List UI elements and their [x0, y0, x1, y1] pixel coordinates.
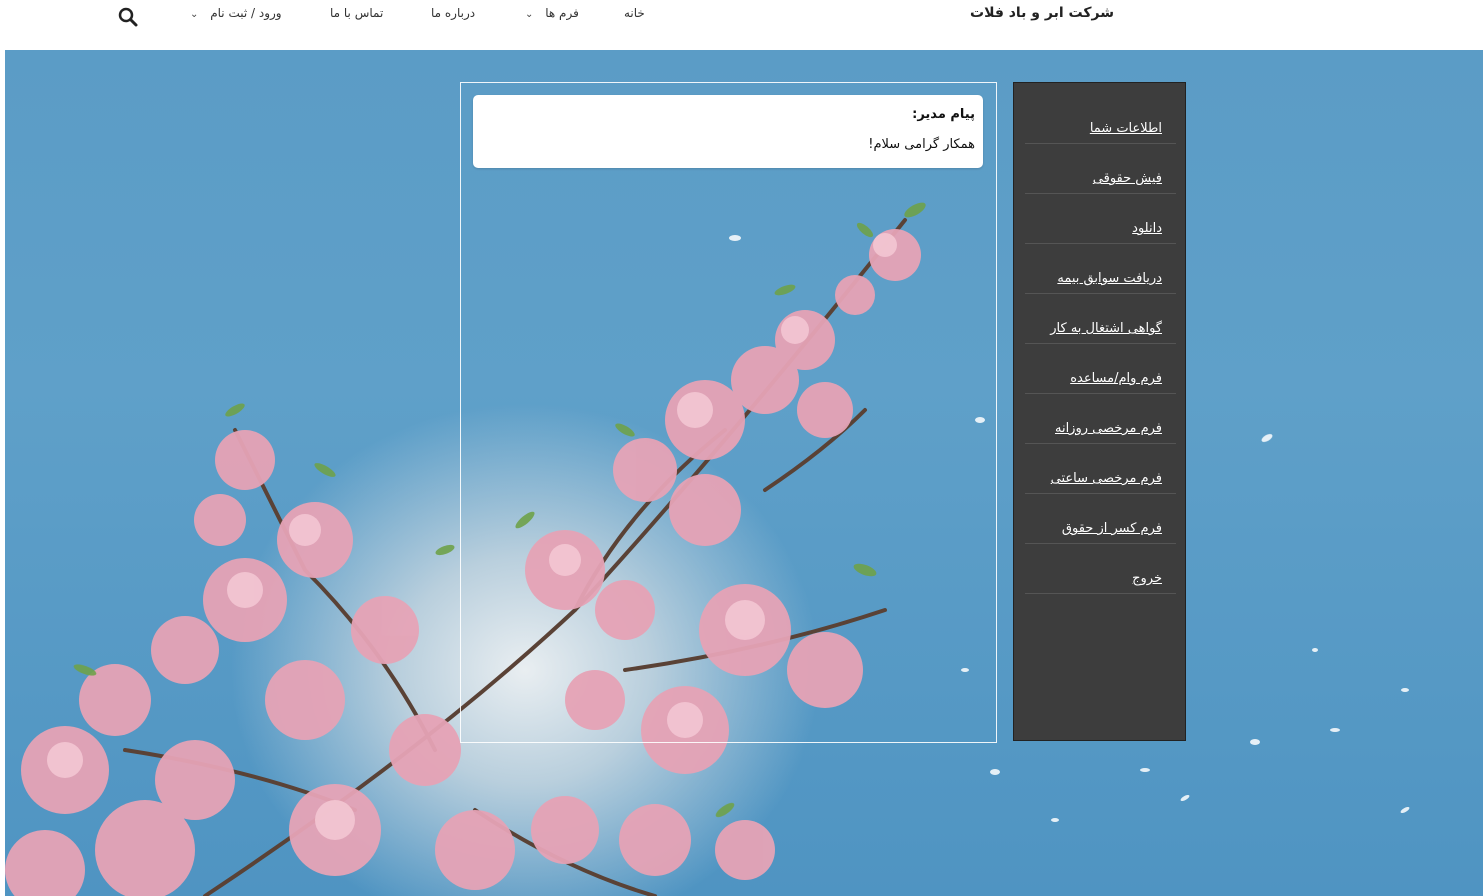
search-icon[interactable] — [117, 6, 139, 28]
sidebar-item-label[interactable]: فرم وام/مساعده — [1070, 371, 1162, 386]
sidebar-item-label[interactable]: فیش حقوقی — [1093, 171, 1162, 186]
nav-home[interactable]: خانه — [624, 6, 645, 20]
sidebar-item-label[interactable]: فرم مرخصی ساعتی — [1051, 471, 1162, 486]
sidebar-item-label[interactable]: گواهی اشتغال به کار — [1050, 321, 1162, 336]
sidebar-item-insurance-history[interactable]: دریافت سوابق بیمه — [1025, 245, 1176, 294]
sidebar-item-employment-certificate[interactable]: گواهی اشتغال به کار — [1025, 295, 1176, 344]
top-navigation-bar: شرکت ابر و باد فلات خانه فرم ها ⌄ درباره… — [0, 0, 1483, 50]
sidebar-item-hourly-leave-form[interactable]: فرم مرخصی ساعتی — [1025, 445, 1176, 494]
sidebar-item-salary-deduction-form[interactable]: فرم کسر از حقوق — [1025, 495, 1176, 544]
sidebar-item-payslip[interactable]: فیش حقوقی — [1025, 145, 1176, 194]
nav-account-label: ورود / ثبت نام — [210, 6, 282, 20]
nav-contact[interactable]: تماس با ما — [330, 6, 383, 20]
nav-about-label: درباره ما — [431, 6, 476, 20]
sidebar-item-label[interactable]: اطلاعات شما — [1090, 121, 1162, 136]
nav-about[interactable]: درباره ما — [431, 6, 475, 20]
nav-forms-label: فرم ها — [545, 6, 579, 20]
sidebar-item-label[interactable]: فرم مرخصی روزانه — [1055, 421, 1162, 436]
main-content-frame — [460, 82, 997, 743]
sidebar-item-logout[interactable]: خروج — [1025, 545, 1176, 594]
sidebar-item-label[interactable]: خروج — [1132, 571, 1162, 586]
message-title: پیام مدیر: — [912, 107, 975, 122]
chevron-down-icon: ⌄ — [190, 9, 199, 20]
nav-home-label: خانه — [624, 6, 645, 20]
site-brand[interactable]: شرکت ابر و باد فلات — [970, 5, 1114, 21]
sidebar-item-label[interactable]: دریافت سوابق بیمه — [1057, 271, 1162, 286]
sidebar-item-label[interactable]: دانلود — [1132, 221, 1162, 236]
sidebar-item-loan-form[interactable]: فرم وام/مساعده — [1025, 345, 1176, 394]
sidebar-item-your-info[interactable]: اطلاعات شما — [1025, 95, 1176, 144]
sidebar-menu: اطلاعات شما فیش حقوقی دانلود دریافت سواب… — [1013, 82, 1186, 741]
nav-account[interactable]: ورود / ثبت نام ⌄ — [190, 6, 282, 20]
sidebar-item-label[interactable]: فرم کسر از حقوق — [1062, 521, 1162, 536]
sidebar-item-daily-leave-form[interactable]: فرم مرخصی روزانه — [1025, 395, 1176, 444]
nav-forms[interactable]: فرم ها ⌄ — [525, 6, 579, 20]
manager-message-card: پیام مدیر: همکار گرامی سلام! — [473, 95, 983, 168]
chevron-down-icon: ⌄ — [525, 9, 534, 20]
sidebar-item-download[interactable]: دانلود — [1025, 195, 1176, 244]
nav-contact-label: تماس با ما — [330, 6, 384, 20]
message-body: همکار گرامی سلام! — [868, 137, 975, 152]
